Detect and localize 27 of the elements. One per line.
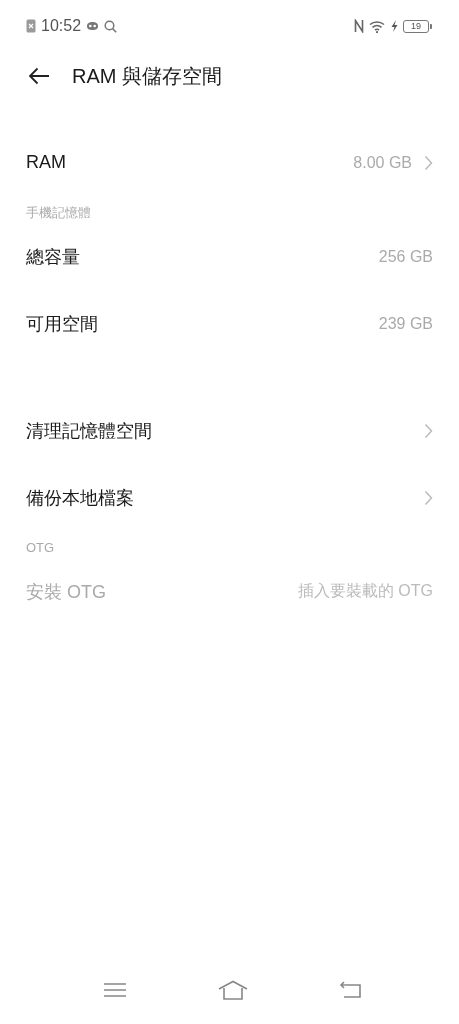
search-icon bbox=[104, 19, 118, 33]
mask-icon bbox=[86, 21, 100, 31]
back-icon[interactable] bbox=[338, 981, 362, 999]
section-header: 手機記憶體 bbox=[25, 204, 92, 222]
row-value: 8.00 GB bbox=[353, 153, 412, 172]
section-header: OTG bbox=[25, 539, 56, 557]
row-label[interactable]: 可用空間 bbox=[26, 311, 98, 336]
row-label[interactable]: RAM bbox=[26, 152, 66, 173]
battery-icon: 19 bbox=[403, 19, 429, 33]
menu-icon[interactable] bbox=[103, 982, 127, 998]
chevron-right-icon bbox=[424, 422, 433, 439]
row-label: 安裝 OTG bbox=[26, 580, 106, 604]
back-arrow-icon bbox=[28, 67, 50, 85]
nfc-icon bbox=[354, 19, 364, 33]
row-label[interactable]: 清理記憶體空間 bbox=[26, 418, 152, 443]
sim-off-icon bbox=[26, 19, 36, 33]
row-label[interactable]: 總容量 bbox=[26, 244, 80, 269]
page-title: RAM 與儲存空間 bbox=[72, 63, 222, 89]
chevron-right-icon bbox=[424, 154, 433, 171]
row-value: 239 GB bbox=[378, 314, 433, 333]
home-icon[interactable] bbox=[216, 980, 249, 1000]
row-value: 256 GB bbox=[378, 247, 433, 266]
row-label[interactable]: 備份本地檔案 bbox=[26, 485, 134, 510]
status-time: 10:52 bbox=[41, 17, 82, 35]
row-value: 插入要裝載的 OTG bbox=[297, 581, 433, 601]
chevron-right-icon bbox=[424, 489, 433, 506]
wifi-icon bbox=[369, 19, 386, 33]
